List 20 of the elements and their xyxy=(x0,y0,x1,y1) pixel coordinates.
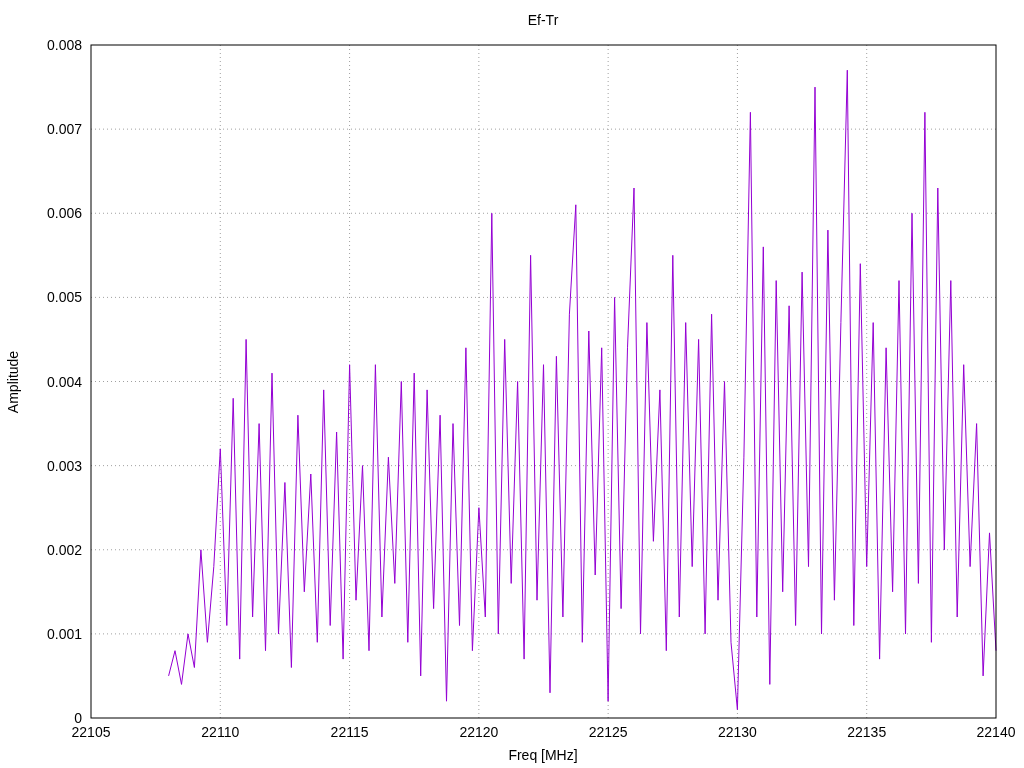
y-tick-label: 0.007 xyxy=(46,121,82,138)
y-tick-label: 0.002 xyxy=(46,541,82,558)
chart-title: Ef-Tr xyxy=(527,12,559,28)
y-tick-label: 0.003 xyxy=(46,457,82,474)
y-tick-label: 0.005 xyxy=(46,289,82,306)
x-tick-label: 22110 xyxy=(201,724,240,740)
x-tick-label: 22125 xyxy=(588,724,628,740)
x-tick-label: 22115 xyxy=(330,724,369,740)
x-tick-label: 22140 xyxy=(976,724,1016,740)
x-axis-label: Freq [MHz] xyxy=(508,747,578,763)
x-tick-label: 22120 xyxy=(459,724,499,740)
y-tick-label: 0.004 xyxy=(46,373,82,390)
y-tick-label: 0.001 xyxy=(46,625,82,642)
x-tick-label: 22130 xyxy=(717,724,757,740)
y-tick-label: 0.006 xyxy=(46,205,82,222)
y-tick-label: 0.008 xyxy=(46,37,82,53)
y-axis-label: Amplitude xyxy=(5,350,21,414)
x-tick-label: 22135 xyxy=(847,724,887,740)
x-tick-label: 22105 xyxy=(71,724,111,740)
y-tick-label: 0 xyxy=(74,710,82,726)
